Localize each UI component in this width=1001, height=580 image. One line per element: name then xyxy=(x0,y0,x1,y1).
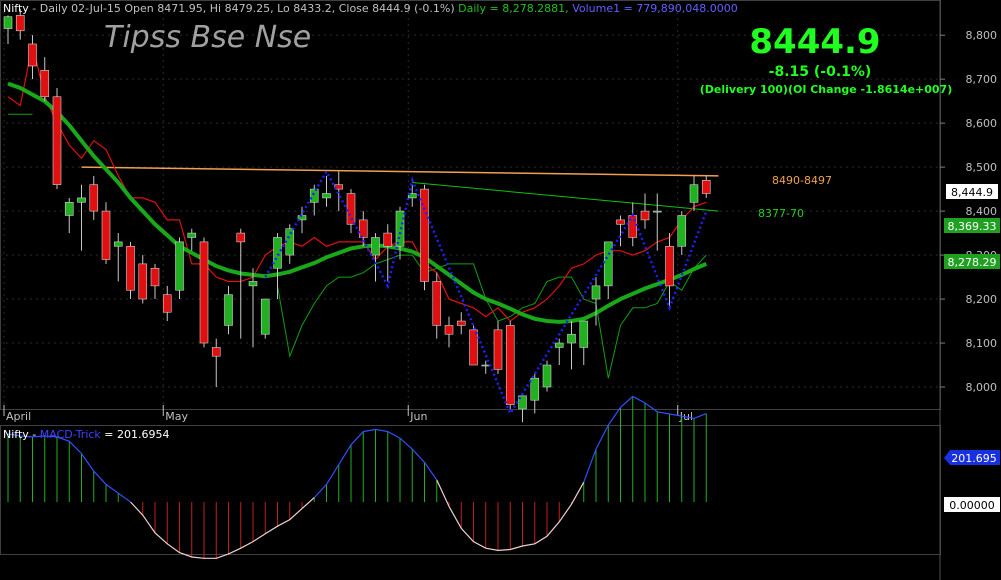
big-price: 8444.9 xyxy=(749,22,880,62)
macd-positive-line xyxy=(7,395,707,503)
ma2-badge: 8,278.29 xyxy=(948,256,997,269)
indicator-header: Nifty - MACD-Trick = 201.6954 xyxy=(3,428,170,441)
candle-body xyxy=(542,364,552,388)
volume-value: Volume1 = 779,890,048.0000 xyxy=(572,2,738,15)
candle-body xyxy=(530,377,540,401)
candle-body xyxy=(64,202,74,216)
candle-body xyxy=(89,184,99,212)
macd-panel-frame xyxy=(0,425,941,555)
candle-body xyxy=(211,347,221,357)
candle-body xyxy=(162,294,172,313)
candle-body xyxy=(3,16,13,29)
macd-histogram xyxy=(7,395,707,559)
y-tick-label: 8,200 xyxy=(966,293,998,306)
indicator-name: MACD-Trick xyxy=(40,428,102,441)
candle-body xyxy=(591,285,601,300)
y-tick-label: 8,800 xyxy=(966,29,998,42)
daily-value: Daily = 8,278.2881, xyxy=(458,2,572,15)
x-axis-labels: April May Jun Jul xyxy=(3,405,693,423)
candle-body xyxy=(554,342,564,348)
macd-badge: 201.695 xyxy=(951,452,997,465)
candle-body xyxy=(77,197,86,203)
x-tick-label: May xyxy=(165,410,188,423)
candle-body xyxy=(126,245,135,291)
y-tick-label: 8,000 xyxy=(966,381,998,394)
support-line xyxy=(412,182,719,212)
candle-body xyxy=(432,281,442,326)
candle-body xyxy=(689,184,699,203)
ma1-badge: 8,369.33 xyxy=(948,220,997,233)
candle-body xyxy=(175,241,184,291)
candle-body xyxy=(456,320,466,326)
candle-body xyxy=(505,325,515,405)
candle-body xyxy=(701,180,711,194)
candle-body xyxy=(371,237,380,256)
candle-body xyxy=(150,267,160,287)
candle-body xyxy=(309,188,319,203)
candle-body xyxy=(40,70,50,98)
candle-body xyxy=(52,96,62,186)
candle-body xyxy=(481,364,491,367)
candle-body xyxy=(665,245,674,287)
y-tick-label: 8,600 xyxy=(966,117,998,130)
zero-badge: 0.00000 xyxy=(949,499,995,512)
x-tick-label: Jun xyxy=(409,410,427,423)
price-change: -8.15 (-0.1%) xyxy=(769,64,872,80)
candle-body xyxy=(383,232,393,247)
indicator-value: = 201.6954 xyxy=(101,428,170,441)
macd-negative-line xyxy=(131,414,707,559)
support-label: 8377-70 xyxy=(758,207,804,220)
resistance-label: 8490-8497 xyxy=(772,174,832,187)
trend-lines xyxy=(81,166,719,212)
chart-window: 8,8008,7008,6008,5008,4008,3008,2008,100… xyxy=(0,0,1001,580)
indicator-symbol: Nifty xyxy=(3,428,29,441)
candle-body xyxy=(469,329,478,366)
candle-body xyxy=(248,281,258,287)
ma-thick-line xyxy=(7,81,708,324)
resistance-line xyxy=(81,166,719,177)
candle-body xyxy=(199,241,209,344)
y-tick-label: 8,700 xyxy=(966,73,998,86)
y-tick-label: 8,500 xyxy=(966,161,998,174)
last-price-badge: 8,444.9 xyxy=(951,186,993,199)
ohlc-info: - Daily 02-Jul-15 Open 8471.95, Hi 8479.… xyxy=(29,2,458,15)
candle-body xyxy=(567,333,576,344)
candle-body xyxy=(28,43,37,67)
candle-body xyxy=(101,210,111,260)
y-tick-label: 8,400 xyxy=(966,205,998,218)
x-tick-label: April xyxy=(6,410,31,423)
candle-body xyxy=(579,320,589,348)
candle-body xyxy=(224,294,233,326)
delivery-info: (Delivery 100)(OI Change -1.8614e+007) xyxy=(700,83,953,96)
candles xyxy=(3,8,711,423)
candle-body xyxy=(444,325,454,335)
candle-body xyxy=(652,210,662,213)
chart-header: Nifty - Daily 02-Jul-15 Open 8471.95, Hi… xyxy=(3,2,738,15)
candle-body xyxy=(420,188,429,282)
candle-body xyxy=(113,241,123,247)
candle-body xyxy=(187,232,197,238)
candle-body xyxy=(260,298,270,335)
candle-body xyxy=(677,215,687,247)
candle-body xyxy=(640,210,650,221)
candle-body xyxy=(15,15,25,32)
watermark: Tipss Bse Nse xyxy=(104,20,311,55)
candle-body xyxy=(616,219,625,225)
candle-body xyxy=(138,263,148,300)
ma-red-line xyxy=(7,43,707,322)
candle-body xyxy=(358,219,368,238)
y-tick-label: 8,100 xyxy=(966,337,998,350)
candle-body xyxy=(322,193,331,199)
candle-body xyxy=(493,329,503,370)
candle-body xyxy=(236,232,246,243)
symbol-label: Nifty xyxy=(3,2,29,15)
price-chart[interactable]: 8,8008,7008,6008,5008,4008,3008,2008,100… xyxy=(0,0,1001,580)
candle-body xyxy=(273,237,282,269)
